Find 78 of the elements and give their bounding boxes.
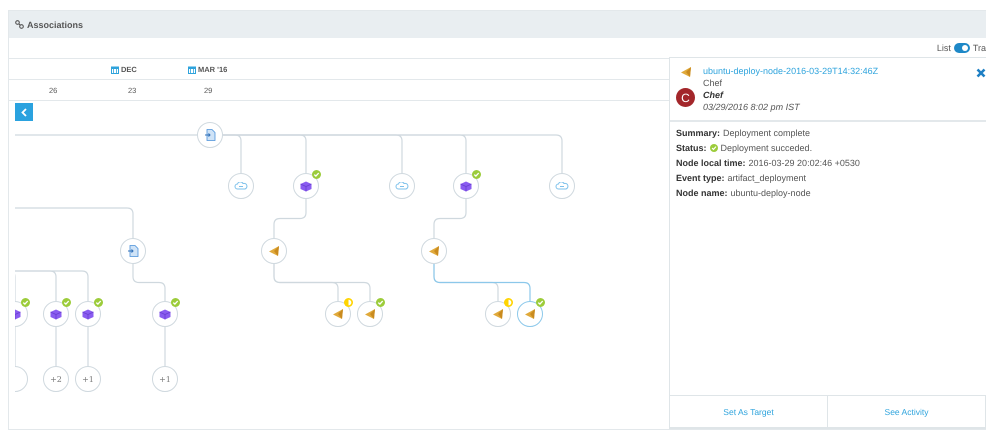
graph-node[interactable]	[421, 238, 447, 264]
check-badge-icon	[312, 170, 321, 179]
field-value: Deployment succeded.	[720, 143, 812, 153]
collapse-button[interactable]	[15, 103, 33, 121]
graph-node[interactable]: +1	[152, 366, 178, 392]
chevron-left-icon	[21, 108, 27, 116]
calendar-icon	[111, 66, 119, 74]
graph-node[interactable]	[389, 173, 415, 199]
connector-line	[55, 327, 57, 366]
graph-node[interactable]	[43, 301, 69, 327]
cone-icon	[332, 308, 344, 320]
cube-icon	[300, 180, 312, 192]
check-badge-icon	[21, 298, 30, 307]
toggle-label: List	[936, 43, 951, 53]
half-circle-icon	[504, 298, 513, 307]
connector-line	[273, 199, 307, 238]
event-time: 03/29/2016 8:02 pm IST	[703, 102, 801, 112]
graph-node[interactable]	[197, 122, 223, 148]
link-icon	[15, 20, 24, 29]
cone-icon	[492, 308, 504, 320]
field-label: Summary:	[676, 128, 720, 138]
connector-line	[132, 264, 166, 301]
field-label: Event type:	[676, 173, 725, 183]
event-title-link[interactable]: ubuntu-deploy-node-2016-03-29T14:32:46Z	[703, 66, 878, 76]
field-value: ubuntu-deploy-node	[730, 188, 811, 198]
cone-icon	[364, 308, 376, 320]
view-toggle[interactable]	[954, 43, 970, 53]
field-label: Node name:	[676, 188, 728, 198]
field-label: Node local time:	[676, 158, 746, 168]
check-badge-icon	[94, 298, 103, 307]
check-badge-icon	[376, 298, 385, 307]
cube-icon	[50, 308, 62, 320]
graph-node[interactable]	[357, 301, 383, 327]
graph-node[interactable]	[549, 173, 575, 199]
toggle-label: Tra	[972, 43, 986, 53]
cone-icon	[268, 245, 280, 257]
panel-title: Associations	[27, 20, 84, 30]
author-name: Chef	[703, 90, 725, 100]
graph-node[interactable]	[485, 301, 511, 327]
avatar: C	[676, 88, 695, 107]
field-value: Deployment complete	[723, 128, 810, 138]
graph-node[interactable]	[261, 238, 287, 264]
cloud-icon	[234, 182, 248, 190]
graph-node[interactable]	[517, 301, 543, 327]
cube-icon	[159, 308, 171, 320]
graph-node[interactable]	[152, 301, 178, 327]
check-badge-icon	[536, 298, 545, 307]
cloud-icon	[555, 182, 569, 190]
connector-line	[87, 327, 89, 366]
graph-node[interactable]: +1	[75, 366, 101, 392]
graph-node[interactable]	[120, 238, 146, 264]
check-badge-icon	[62, 298, 71, 307]
field-value: artifact_deployment	[728, 173, 806, 183]
graph-node[interactable]	[325, 301, 351, 327]
cube-icon	[82, 308, 94, 320]
graph-node[interactable]	[453, 173, 479, 199]
cone-icon	[428, 245, 440, 257]
connector-line	[433, 199, 467, 238]
check-circle-icon	[710, 144, 718, 152]
half-circle-icon	[344, 298, 353, 307]
graph-node[interactable]	[293, 173, 319, 199]
cone-icon	[524, 308, 536, 320]
document-icon	[204, 129, 216, 141]
connector-line	[164, 327, 166, 366]
connector-line	[15, 327, 16, 366]
check-badge-icon	[171, 298, 180, 307]
cloud-icon	[395, 182, 409, 190]
check-badge-icon	[472, 170, 481, 179]
source-label: Chef	[703, 78, 724, 88]
cube-icon	[460, 180, 472, 192]
document-icon	[128, 245, 138, 257]
field-value: 2016-03-29 20:02:46 +0530	[748, 158, 860, 168]
graph-node[interactable]	[75, 301, 101, 327]
cone-icon	[680, 66, 692, 78]
calendar-icon	[188, 66, 196, 74]
field-label: Status:	[676, 143, 707, 153]
graph-node[interactable]: +2	[43, 366, 69, 392]
graph-node[interactable]	[228, 173, 254, 199]
